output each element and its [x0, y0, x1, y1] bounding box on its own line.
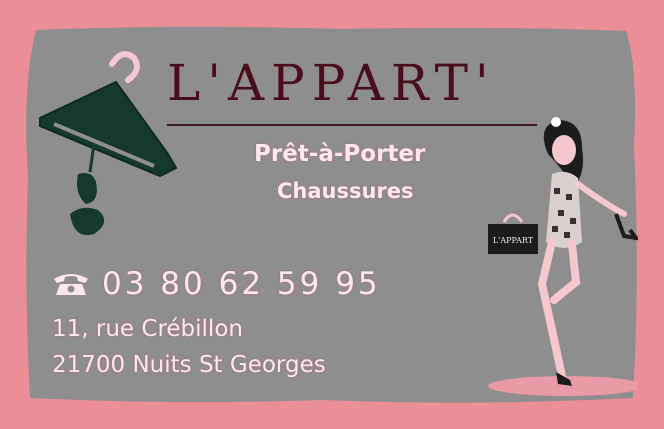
address-city: 21700 Nuits St Georges	[52, 352, 326, 378]
arm	[575, 181, 627, 217]
face	[552, 135, 576, 165]
telephone-icon	[54, 274, 88, 295]
leg-left	[537, 238, 566, 380]
address-street: 11, rue Crébillon	[52, 316, 243, 342]
boots-icon	[70, 173, 105, 236]
leg-right	[550, 240, 581, 304]
held-shoe	[614, 213, 638, 241]
business-card: L'APPART' Prêt-à-Porter Chaussures 03 80…	[22, 26, 639, 405]
bag-handle	[502, 213, 524, 223]
tagline-chaussures: Chaussures	[277, 179, 414, 203]
hair-flower	[551, 117, 561, 127]
woman-illustration: L'APPART	[488, 117, 638, 396]
bag-label: L'APPART	[493, 236, 534, 245]
phone-number[interactable]: 03 80 62 59 95	[102, 266, 381, 302]
tagline-pret-a-porter: Prêt-à-Porter	[254, 141, 426, 167]
brand-title: L'APPART'	[167, 54, 496, 112]
phone-row: 03 80 62 59 95	[52, 266, 381, 302]
